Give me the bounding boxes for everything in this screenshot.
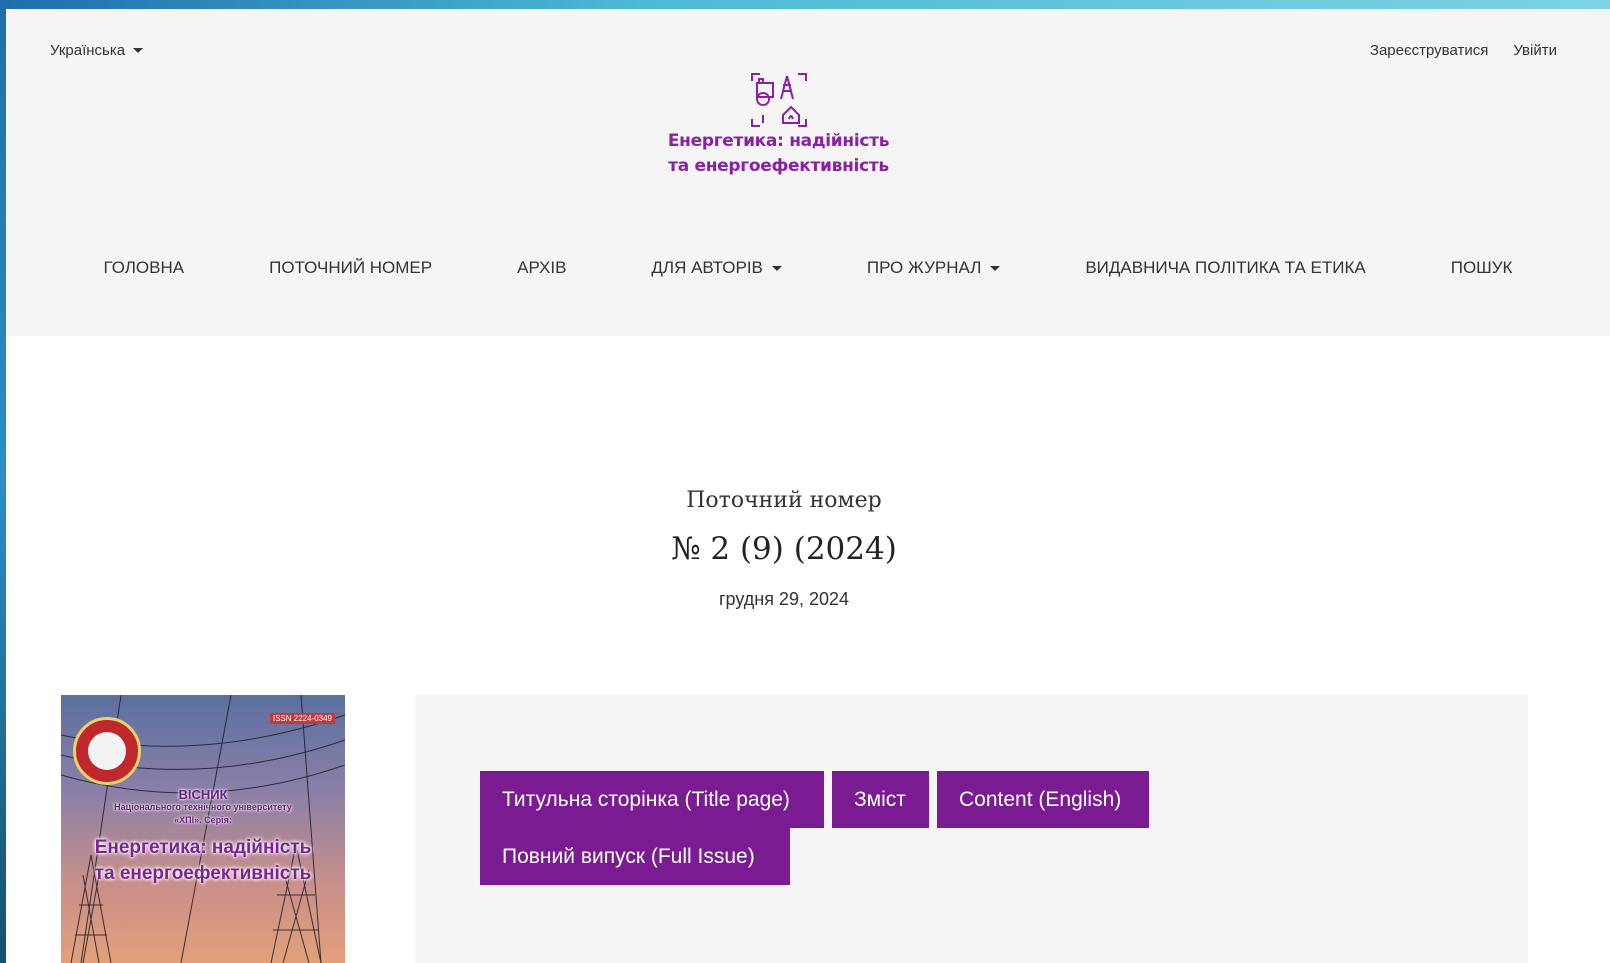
- nav-archive[interactable]: АРХІВ: [517, 258, 566, 278]
- galley-contents-button[interactable]: Зміст: [832, 771, 929, 828]
- chevron-down-icon: [990, 265, 1001, 271]
- nav-about[interactable]: ПРО ЖУРНАЛ: [866, 258, 1001, 278]
- language-selector[interactable]: Українська: [50, 42, 144, 59]
- energy-logo-icon: [750, 73, 807, 127]
- nav-current-issue[interactable]: ПОТОЧНИЙ НОМЕР: [269, 258, 432, 278]
- university-seal-icon: [73, 717, 141, 785]
- nav-search[interactable]: ПОШУК: [1451, 258, 1513, 278]
- language-label: Українська: [50, 42, 126, 59]
- nav-home[interactable]: ГОЛОВНА: [103, 258, 184, 278]
- chevron-down-icon: [133, 48, 144, 53]
- nav-for-authors-label: ДЛЯ АВТОРІВ: [651, 258, 763, 277]
- cover-subtitle-line1: Національного технічного університету: [114, 802, 292, 812]
- issue-galleys-panel: Титульна сторінка (Title page) Зміст Con…: [415, 695, 1528, 963]
- issue-date: грудня 29, 2024: [718, 589, 850, 609]
- page: Українська Зареєструватися Увійти Енерге…: [6, 9, 1610, 963]
- nav-publishing-policy[interactable]: ВИДАВНИЧА ПОЛІТИКА ТА ЕТИКА: [1085, 258, 1365, 278]
- logo-title-line1: Енергетика: надійність: [667, 131, 890, 151]
- nav-for-authors[interactable]: ДЛЯ АВТОРІВ: [651, 258, 782, 278]
- cover-title-line2: та енергоефективність: [94, 863, 312, 884]
- nav-current-issue-label: ПОТОЧНИЙ НОМЕР: [269, 258, 433, 277]
- login-link[interactable]: Увійти: [1513, 42, 1557, 59]
- window-frame-top: [0, 0, 1610, 9]
- cover-subtitle-line2: «ХПІ». Серія:: [174, 815, 232, 825]
- galley-content-english-button[interactable]: Content (English): [937, 771, 1149, 828]
- cover-title: Енергетика: надійність та енергоефективн…: [61, 835, 345, 887]
- site-header: Українська Зареєструватися Увійти Енерге…: [6, 9, 1610, 336]
- issue-cover-image[interactable]: ISSN 2224-0349 ВІСНИК Національного техн…: [61, 695, 345, 963]
- issue-title: № 2 (9) (2024): [671, 531, 897, 567]
- chevron-down-icon: [771, 265, 782, 271]
- register-link[interactable]: Зареєструватися: [1370, 42, 1488, 59]
- current-issue-label: Поточний номер: [686, 488, 882, 513]
- user-links: Зареєструватися Увійти: [1370, 42, 1557, 59]
- main-navigation: ГОЛОВНА ПОТОЧНИЙ НОМЕР АРХІВ ДЛЯ АВТОРІВ…: [6, 249, 1610, 287]
- cover-visnyk: ВІСНИК: [178, 787, 228, 802]
- cover-title-line1: Енергетика: надійність: [94, 837, 312, 858]
- logo-title-line2: та енергоефективність: [668, 156, 889, 176]
- nav-about-label: ПРО ЖУРНАЛ: [866, 258, 982, 277]
- nav-publishing-policy-label: ВИДАВНИЧА ПОЛІТИКА ТА ЕТИКА: [1085, 258, 1366, 277]
- journal-logo[interactable]: Енергетика: надійність та енергоефективн…: [656, 71, 901, 186]
- galley-title-page-button[interactable]: Титульна сторінка (Title page): [480, 771, 824, 828]
- cover-issn: ISSN 2224-0349: [269, 713, 335, 724]
- nav-search-label: ПОШУК: [1450, 258, 1513, 277]
- nav-home-label: ГОЛОВНА: [103, 258, 185, 277]
- galley-full-issue-button[interactable]: Повний випуск (Full Issue): [480, 828, 790, 885]
- nav-archive-label: АРХІВ: [517, 258, 567, 277]
- cover-subtitle: Національного технічного університету «Х…: [61, 801, 345, 827]
- issue-heading: Поточний номер № 2 (9) (2024) грудня 29,…: [6, 488, 1562, 610]
